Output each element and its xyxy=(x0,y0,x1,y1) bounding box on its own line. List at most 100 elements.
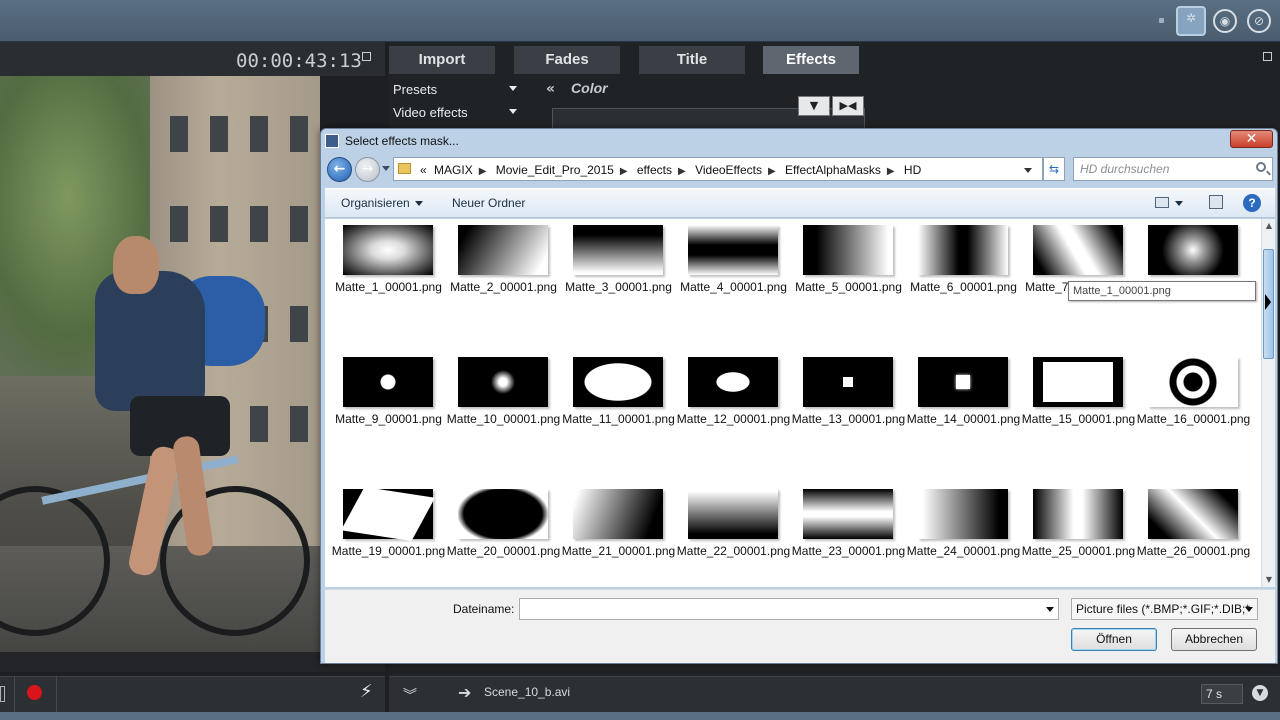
file-thumbnail xyxy=(918,357,1008,407)
open-button[interactable]: Öffnen xyxy=(1071,628,1157,651)
file-name: Matte_12_00001.png xyxy=(676,412,791,426)
dialog-titlebar[interactable]: Select effects mask... ✕ xyxy=(321,129,1277,155)
chevron-down-icon xyxy=(509,86,517,91)
file-item[interactable]: Matte_12_00001.png xyxy=(670,357,790,467)
record-icon[interactable] xyxy=(27,685,42,700)
file-name: Matte_15_00001.png xyxy=(1021,412,1136,426)
chevron-right-icon[interactable]: ▶ xyxy=(620,166,628,177)
view-dropdown-button[interactable] xyxy=(1175,196,1183,210)
file-item[interactable]: Matte_11_00001.png xyxy=(555,357,675,467)
scroll-up-icon[interactable]: ▲ xyxy=(1264,221,1274,231)
scroll-down-icon[interactable]: ▼ xyxy=(1264,575,1274,585)
view-mode-icon[interactable] xyxy=(1155,197,1169,208)
file-item[interactable]: Matte_15_00001.png xyxy=(1015,357,1135,467)
menu-item-video-effects[interactable]: Video effects xyxy=(389,101,529,124)
close-button[interactable]: ✕ xyxy=(1230,130,1273,148)
back-button[interactable]: ← xyxy=(327,157,352,182)
effect-section-header: « Color xyxy=(546,80,608,97)
file-thumbnail xyxy=(918,489,1008,539)
menu-item-label: Video effects xyxy=(393,105,468,120)
chevron-right-icon[interactable]: ▶ xyxy=(479,166,487,177)
breadcrumb-item[interactable]: HD xyxy=(904,163,921,177)
dialog-toolbar: Organisieren Neuer Ordner ? xyxy=(325,188,1275,218)
file-name: Matte_16_00001.png xyxy=(1136,412,1251,426)
zoom-field[interactable]: 7 s xyxy=(1201,684,1243,704)
chevron-right-icon[interactable]: ▶ xyxy=(678,166,686,177)
vertical-scrollbar[interactable]: ▲ ▼ xyxy=(1261,219,1275,587)
tab-title[interactable]: Title xyxy=(639,46,745,74)
maximize-preview-icon[interactable] xyxy=(362,52,371,61)
file-item[interactable]: Matte_6_00001.png xyxy=(900,225,1017,335)
file-item[interactable]: Matte_1_00001.png xyxy=(325,225,442,335)
chevron-right-icon[interactable]: ▶ xyxy=(887,166,895,177)
maximize-panel-icon[interactable] xyxy=(1263,52,1272,61)
disc-icon[interactable]: ◉ xyxy=(1213,9,1237,33)
breadcrumb-overflow[interactable]: « xyxy=(420,163,427,177)
file-item[interactable]: Matte_9_00001.png xyxy=(325,357,442,467)
file-item[interactable]: Matte_4_00001.png xyxy=(670,225,787,335)
file-item[interactable]: Matte_13_00001.png xyxy=(785,357,905,467)
breadcrumb-item[interactable]: Movie_Edit_Pro_2015 xyxy=(496,163,614,177)
menu-item-presets[interactable]: Presets xyxy=(389,78,529,101)
file-item[interactable]: Matte_10_00001.png xyxy=(440,357,560,467)
file-item[interactable]: Matte_2_00001.png xyxy=(440,225,557,335)
file-item[interactable]: Matte_22_00001.png xyxy=(670,489,790,587)
logo-icon[interactable]: ⊘ xyxy=(1247,9,1271,33)
filetype-select[interactable]: Picture files (*.BMP;*.GIF;*.DIB;* xyxy=(1071,598,1258,620)
file-thumbnail xyxy=(341,487,435,541)
file-item[interactable]: Matte_23_00001.png xyxy=(785,489,905,587)
video-preview[interactable] xyxy=(0,76,320,652)
app-icon xyxy=(325,134,339,148)
breadcrumb-item[interactable]: MAGIX xyxy=(434,163,473,177)
address-dropdown-icon[interactable] xyxy=(1024,168,1032,173)
history-dropdown-icon[interactable] xyxy=(382,166,390,171)
file-item[interactable]: Matte_26_00001.png xyxy=(1130,489,1250,587)
breadcrumb-item[interactable]: VideoEffects xyxy=(695,163,762,177)
panel-toggle-icon[interactable] xyxy=(0,686,5,702)
tab-effects[interactable]: Effects xyxy=(763,46,859,74)
menu-dot[interactable] xyxy=(1159,18,1164,23)
zoom-dropdown-icon[interactable]: ▼ xyxy=(1252,685,1268,701)
folder-icon xyxy=(398,163,411,174)
file-item[interactable]: Matte_14_00001.png xyxy=(900,357,1020,467)
file-item[interactable]: Matte_24_00001.png xyxy=(900,489,1020,587)
forward-button[interactable]: → xyxy=(355,157,380,182)
lightning-icon[interactable]: ⚡ xyxy=(360,681,373,702)
refresh-icon[interactable]: ⇆ xyxy=(1043,157,1065,181)
search-input[interactable]: HD durchsuchen xyxy=(1073,157,1273,181)
menu-item-label: Presets xyxy=(393,82,438,97)
dialog-title: Select effects mask... xyxy=(345,134,459,148)
globe-icon[interactable]: ✲ xyxy=(1176,6,1206,36)
collapse-button[interactable]: ▶◀ xyxy=(832,96,864,116)
file-item[interactable]: Matte_19_00001.png xyxy=(325,487,445,587)
address-bar[interactable]: « MAGIX ▶ Movie_Edit_Pro_2015 ▶ effects ▶ V… xyxy=(393,157,1043,181)
mouse-cursor xyxy=(1265,294,1271,310)
new-folder-button[interactable]: Neuer Ordner xyxy=(452,196,525,210)
filename-field[interactable] xyxy=(519,598,1059,620)
chevron-right-icon[interactable]: ▶ xyxy=(768,166,776,177)
file-item[interactable]: Matte_16_00001.png xyxy=(1130,357,1250,467)
help-icon[interactable]: ? xyxy=(1243,194,1261,212)
file-item[interactable]: Matte_8_00001.png xyxy=(1130,225,1247,335)
file-item[interactable]: Matte_7_00001.png xyxy=(1015,225,1132,335)
back-icon[interactable]: « xyxy=(546,81,555,97)
preview-pane-icon[interactable] xyxy=(1209,195,1223,209)
tab-fades[interactable]: Fades xyxy=(514,46,620,74)
file-item[interactable]: Matte_3_00001.png xyxy=(555,225,672,335)
preview-header: 00:00:43:13 xyxy=(0,42,385,76)
dropdown-button[interactable]: ▼ xyxy=(798,96,830,116)
breadcrumb-item[interactable]: EffectAlphaMasks xyxy=(785,163,881,177)
file-item[interactable]: Matte_20_00001.png xyxy=(440,489,560,587)
cancel-button[interactable]: Abbrechen xyxy=(1171,628,1257,651)
chevron-down-icon[interactable]: ︾ xyxy=(403,685,417,705)
divider xyxy=(14,676,15,712)
tab-import[interactable]: Import xyxy=(389,46,495,74)
organize-button[interactable]: Organisieren xyxy=(341,196,423,210)
file-item[interactable]: Matte_5_00001.png xyxy=(785,225,902,335)
breadcrumb-item[interactable]: effects xyxy=(637,163,672,177)
file-thumbnail xyxy=(1148,225,1238,275)
chevron-down-icon[interactable] xyxy=(1046,607,1054,612)
file-item[interactable]: Matte_25_00001.png xyxy=(1015,489,1135,587)
file-item[interactable]: Matte_21_00001.png xyxy=(555,489,675,587)
file-thumbnail xyxy=(1148,489,1238,539)
